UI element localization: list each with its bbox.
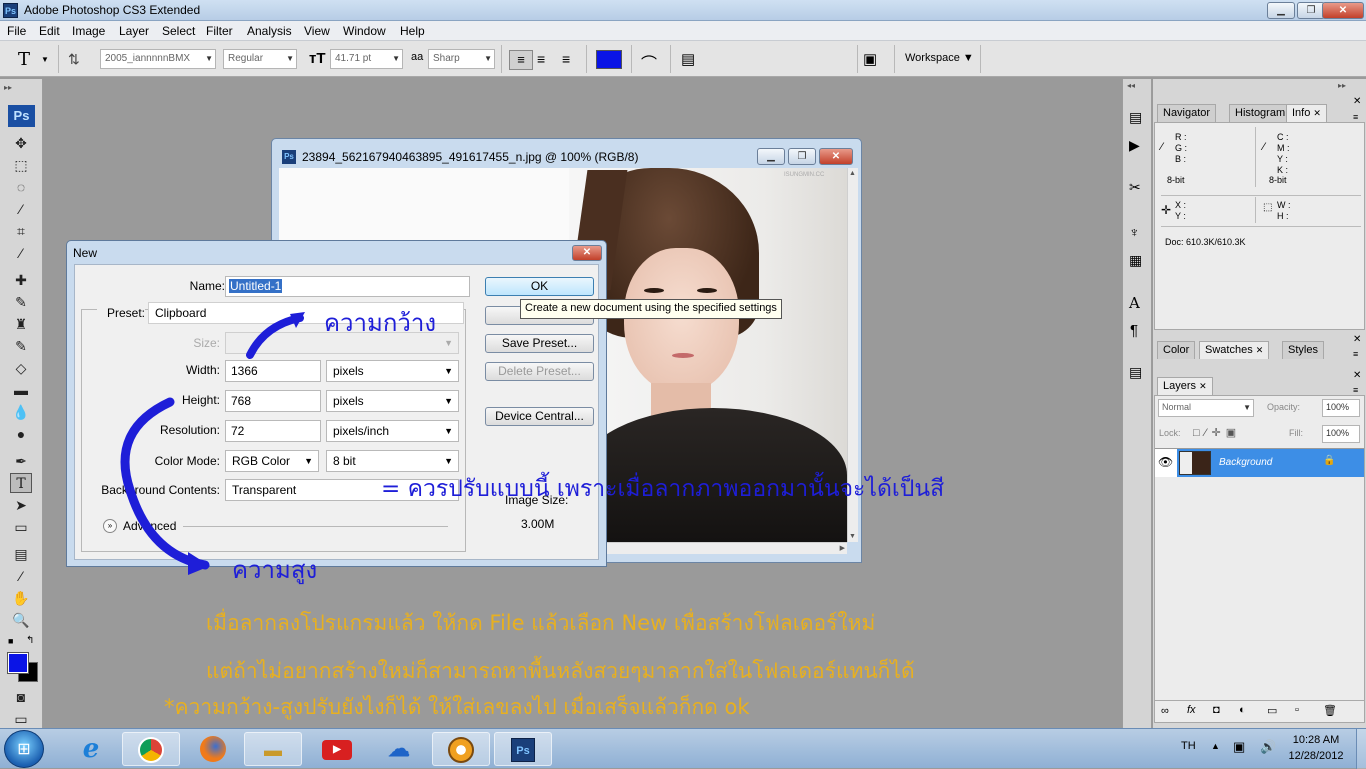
width-annotation: ความกว้าง xyxy=(324,309,437,337)
messenger-icon[interactable] xyxy=(432,732,490,766)
instruction-line-3: *ความกว้าง-สูงปรับยังไงก็ได้ ให้ใส่เลขลง… xyxy=(164,695,750,719)
height-annotation: ความสูง xyxy=(232,556,318,584)
skydrive-icon[interactable]: ☁ xyxy=(370,732,428,766)
photoshop-taskbar-icon[interactable]: Ps xyxy=(494,732,552,766)
firefox-logo xyxy=(200,736,226,762)
show-hidden-icons-icon[interactable]: ▲ xyxy=(1211,741,1220,751)
youtube-icon[interactable]: ▶ xyxy=(308,732,366,766)
clock-time[interactable]: 10:28 AM xyxy=(1286,734,1346,746)
taskbar: ⊞ e ▬ ▶ ☁ Ps TH ▲ ▣ 🔊 10:28 AM 12/28/201… xyxy=(0,728,1366,769)
file-explorer-icon[interactable]: ▬ xyxy=(244,732,302,766)
network-icon[interactable]: ▣ xyxy=(1233,739,1245,755)
start-button[interactable]: ⊞ xyxy=(4,730,44,768)
annotation-arrows xyxy=(120,312,305,575)
messenger-logo xyxy=(448,737,474,763)
internet-explorer-icon[interactable]: e xyxy=(62,732,120,766)
language-indicator[interactable]: TH xyxy=(1181,740,1196,752)
chrome-icon[interactable] xyxy=(122,732,180,766)
volume-icon[interactable]: 🔊 xyxy=(1260,739,1276,755)
photoshop-logo-icon: Ps xyxy=(511,738,535,762)
instruction-line-2: แต่ถ้าไม่อยากสร้างใหม่ก็สามารถหาพื้นหลัง… xyxy=(206,659,915,683)
arrow-to-height xyxy=(120,397,210,570)
clock-date[interactable]: 12/28/2012 xyxy=(1286,750,1346,762)
show-desktop-button[interactable] xyxy=(1356,729,1366,769)
adjust-annotation: = ควรปรับแบบนี้ เพราะเมื่อลากภาพออกมานั้… xyxy=(381,476,945,502)
arrow-to-width xyxy=(246,314,304,359)
instruction-line-1: เมื่อลากลงโปรแกรมแล้ว ให้กด File แล้วเลื… xyxy=(206,611,876,635)
chrome-logo xyxy=(138,737,164,763)
firefox-icon[interactable] xyxy=(184,732,242,766)
youtube-play-icon: ▶ xyxy=(322,740,352,760)
